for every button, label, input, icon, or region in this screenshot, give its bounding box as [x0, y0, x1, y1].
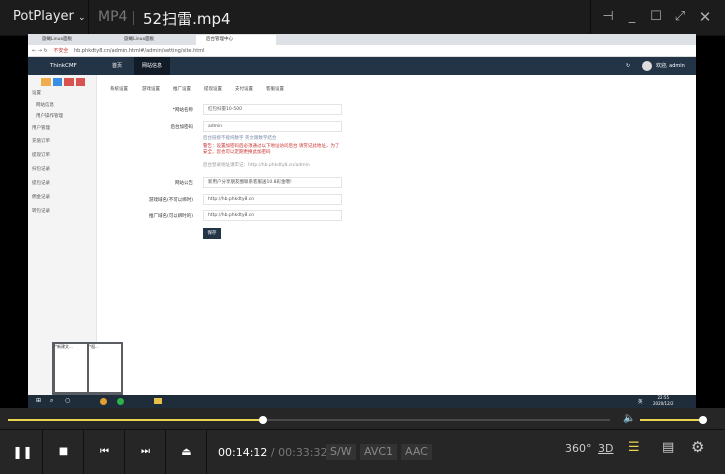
volume-slider[interactable] [640, 416, 707, 424]
label: *网站名称 [172, 108, 193, 113]
app-name: PotPlayer [13, 9, 74, 24]
divider [88, 0, 89, 36]
sidebar-item: 网站信息 [36, 103, 54, 108]
settings-tab: 游戏设置 [142, 87, 160, 92]
taskbar-preview: *新建文... *祖... [52, 342, 123, 395]
file-title: 52扫雷.mp4 [143, 10, 231, 28]
warning-text: 警告：设置加密码后必须通过以下地址访问后台 请劳记此地址，为了安全，您也可以定期… [203, 144, 340, 155]
menu-icon[interactable]: ▤ [662, 440, 674, 455]
seek-handle[interactable] [258, 416, 267, 424]
clock: 22:55 2020/12/2 [653, 395, 674, 407]
maximize-icon[interactable]: ☐ [648, 9, 664, 25]
browser-tab: 后台管理中心 [196, 35, 276, 45]
chevron-down-icon: ⌄ [78, 13, 86, 23]
chrome-icon [100, 398, 107, 405]
windows-taskbar: ⊞ ⌕ ○ 英 22:55 2020/12/2 [28, 395, 696, 408]
seek-bar[interactable] [8, 416, 610, 424]
preview-thumb: *祖... [89, 344, 121, 392]
3d-button[interactable]: 3D [598, 442, 613, 455]
search-icon: ⌕ [50, 397, 54, 404]
app-menu-button[interactable]: PotPlayer ⌄ [13, 9, 86, 24]
playlist-search-icon[interactable]: ☰ [628, 440, 640, 455]
volume-level [640, 419, 703, 421]
browser-tab: 旋蝇Linux面板 [124, 37, 155, 42]
cms-navbar: ThinkCMF 首页 网站信息 ↻ 欢迎, admin [28, 57, 696, 75]
nav-item: 网站信息 [134, 57, 171, 75]
close-icon[interactable]: ✕ [697, 9, 713, 25]
label: 推广域名(可以绑时的) [148, 214, 193, 219]
current-time: 00:14:12 [218, 446, 268, 459]
settings-tab: 支付设置 [235, 87, 253, 92]
site-name-field: 红包扫雷10-500 [203, 104, 342, 115]
video-frame: 旋蝇Linux面板 旋蝇Linux面板 后台管理中心 ← → ↻ 不安全 hb.… [28, 34, 696, 408]
promo-domain-field: http://hb.phkdty8.cn [203, 210, 342, 221]
nav-arrows-icon: ← → ↻ [32, 48, 48, 54]
nav-item: 首页 [112, 63, 123, 69]
title-bar: PotPlayer ⌄ MP4 52扫雷.mp4 ⊣ _ ☐ ⤢ ✕ [0, 0, 725, 36]
url-text: hb.phkdty8.cn/admin.html#/admin/setting/… [73, 48, 205, 54]
settings-tab: 提现设置 [204, 87, 222, 92]
file-format: MP4 [98, 9, 128, 25]
browser-tabbar: 旋蝇Linux面板 旋蝇Linux面板 后台管理中心 [28, 34, 696, 45]
folder-icon [154, 398, 162, 404]
fullscreen-icon[interactable]: ⤢ [672, 9, 688, 25]
clock-date: 2020/12/2 [653, 401, 674, 406]
divider [590, 0, 591, 36]
seek-progress [8, 419, 263, 421]
sidebar-item: 佣金记录 [32, 195, 50, 200]
insecure-label: 不安全 [53, 48, 69, 54]
sidebar-item: 设置 [32, 91, 41, 96]
divider [133, 11, 134, 25]
next-button[interactable]: ⏭ [126, 430, 166, 474]
sidebar-item: 扫包记录 [32, 167, 50, 172]
sidebar-item: 提包记录 [32, 181, 50, 186]
pin-icon[interactable]: ⊣ [600, 9, 616, 25]
hint: 后台链接不能纯数字 英文跟数字结合 [203, 136, 277, 141]
stop-button[interactable]: ■ [44, 430, 84, 474]
minimize-icon[interactable]: _ [624, 9, 640, 25]
wechat-icon [117, 398, 124, 405]
windows-icon: ⊞ [36, 397, 42, 404]
preview-thumb: *新建文... [55, 344, 87, 392]
sidebar-item: 用户管理 [32, 126, 50, 131]
hint: 后台登录地址请牢记：http://hb.phkdty8.cn/admin [203, 163, 310, 168]
browser-tab: 旋蝇Linux面板 [42, 37, 73, 42]
previous-button[interactable]: ⏮ [85, 430, 125, 474]
sidebar-item: 充值订单 [32, 139, 50, 144]
avatar [642, 61, 652, 71]
settings-tab: 系统设置 [110, 87, 128, 92]
game-domain-field: http://hb.phkdty8.cn [203, 194, 342, 205]
duration: 00:33:32 [278, 446, 328, 459]
refresh-icon: ↻ [626, 63, 631, 69]
vr-360-button[interactable]: 360° [565, 442, 592, 455]
label: 后台加密码 [170, 125, 194, 130]
volume-icon[interactable]: 🔈 [623, 413, 635, 424]
settings-tab: 客服设置 [266, 87, 284, 92]
label: 网站公告 [175, 181, 193, 186]
eject-button[interactable]: ⏏ [167, 430, 207, 474]
user-label: 欢迎, admin [656, 63, 685, 69]
audio-codec-badge[interactable]: AAC [401, 444, 432, 460]
video-codec-badge[interactable]: AVC1 [360, 444, 398, 460]
time-display: 00:14:12 / 00:33:32 [218, 446, 328, 459]
sidebar-item: 用户操作管理 [36, 114, 63, 119]
sidebar-item: 转包记录 [32, 209, 50, 214]
volume-handle[interactable] [698, 416, 707, 424]
sidebar-item: 提现订单 [32, 153, 50, 158]
notice-field: 新用户分享朋友圈联系客服送10.8彩金哦! [203, 177, 342, 188]
label: 游戏域名(不可以绑时) [148, 198, 193, 203]
quick-buttons [41, 78, 85, 86]
clock-time: 22:55 [657, 395, 670, 400]
decoder-badge[interactable]: S/W [326, 444, 356, 460]
address-bar: ← → ↻ 不安全 hb.phkdty8.cn/admin.html#/admi… [28, 45, 696, 57]
ime-indicator: 英 [638, 400, 643, 405]
brand: ThinkCMF [50, 63, 77, 69]
admin-pw-field: admin [203, 121, 342, 132]
pause-button[interactable]: ❚❚ [3, 430, 43, 474]
cortana-icon: ○ [65, 397, 71, 404]
settings-gear-icon[interactable]: ⚙ [691, 438, 704, 456]
save-button: 保存 [203, 228, 221, 239]
settings-tab: 推广设置 [173, 87, 191, 92]
